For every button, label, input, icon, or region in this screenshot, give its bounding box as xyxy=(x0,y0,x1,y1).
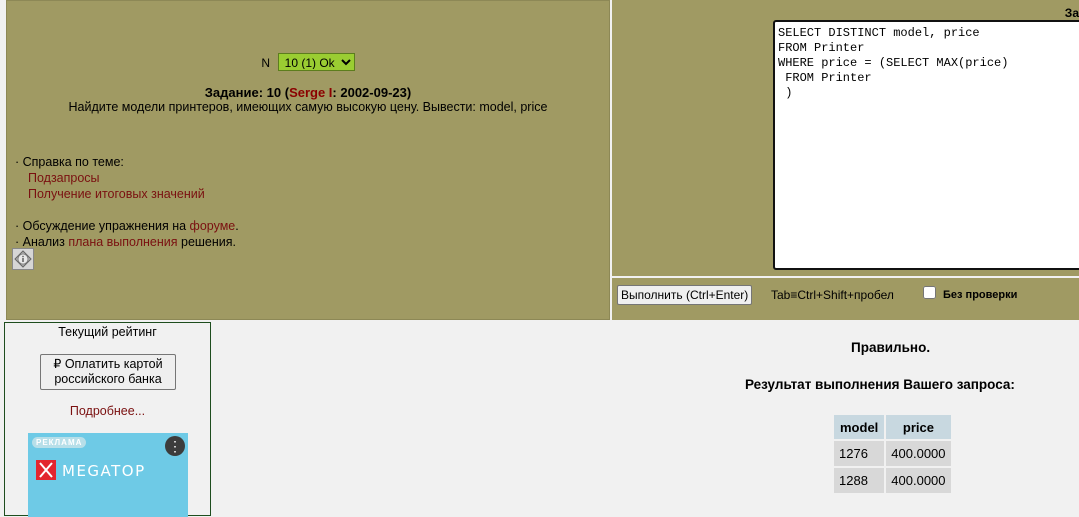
more-vert-icon[interactable]: ⋮ xyxy=(165,436,185,456)
task-select[interactable]: 10 (1) Ok xyxy=(277,53,355,71)
svg-text:MEGATOP: MEGATOP xyxy=(62,462,146,480)
task-selector-row: N 10 (1) Ok xyxy=(7,53,609,71)
run-bar: Выполнить (Ctrl+Enter) Tab≡Ctrl+Shift+пр… xyxy=(612,278,1079,320)
plan-line: · Анализ плана выполнения решения. xyxy=(15,235,237,249)
task-title: Задание: 10 (Serge I: 2002-09-23) xyxy=(204,85,412,100)
task-panel: N 10 (1) Ok Задание: 10 (Serge I: 2002-0… xyxy=(6,0,610,320)
column-header-price: price xyxy=(886,415,951,439)
editor-label: За xyxy=(1064,6,1079,20)
tab-hint: Tab≡Ctrl+Shift+пробел xyxy=(771,288,894,302)
task-number-label: N xyxy=(261,56,271,70)
task-description: Найдите модели принтеров, имеющих самую … xyxy=(68,100,548,114)
help-section: · Справка по теме: Подзапросы Получение … xyxy=(15,154,239,250)
rating-title: Текущий рейтинг xyxy=(58,325,157,339)
ad-badge: РЕКЛАМА xyxy=(32,437,87,448)
result-table: model price 1276 400.0000 1288 400.0000 xyxy=(832,413,953,495)
cell-model: 1276 xyxy=(834,441,885,466)
rating-panel: Текущий рейтинг ₽ Оплатить картой россий… xyxy=(4,322,211,517)
sql-editor[interactable]: SELECT DISTINCT model, price FROM Printe… xyxy=(773,20,1079,270)
table-header-row: model price xyxy=(834,415,951,439)
more-link[interactable]: Подробнее... xyxy=(70,404,145,418)
forum-link[interactable]: форуме xyxy=(190,219,236,233)
cell-price: 400.0000 xyxy=(886,441,951,466)
column-header-model: model xyxy=(834,415,885,439)
result-status: Правильно. xyxy=(851,340,931,355)
no-check-label: Без проверки xyxy=(943,289,1018,301)
editor-panel: За SELECT DISTINCT model, price FROM Pri… xyxy=(612,0,1079,276)
task-author: Serge I xyxy=(289,85,333,100)
help-topic-label: · Справка по теме: xyxy=(15,155,124,169)
table-row: 1288 400.0000 xyxy=(834,468,951,493)
forum-line: · Обсуждение упражнения на форуме. xyxy=(15,219,239,233)
ad-banner[interactable]: РЕКЛАМА ⋮ MEGATOP xyxy=(28,433,188,517)
no-check-checkbox[interactable] xyxy=(923,286,936,299)
cell-model: 1288 xyxy=(834,468,885,493)
megatop-logo: MEGATOP xyxy=(36,460,146,480)
pay-card-button[interactable]: ₽ Оплатить картой российского банка xyxy=(40,354,176,390)
table-row: 1276 400.0000 xyxy=(834,441,951,466)
info-icon[interactable] xyxy=(12,248,34,270)
plan-link[interactable]: плана выполнения xyxy=(68,235,177,249)
help-link-aggregates[interactable]: Получение итоговых значений xyxy=(28,187,205,201)
help-link-subqueries[interactable]: Подзапросы xyxy=(28,171,100,185)
cell-price: 400.0000 xyxy=(886,468,951,493)
run-query-button[interactable]: Выполнить (Ctrl+Enter) xyxy=(617,285,753,305)
result-title: Результат выполнения Вашего запроса: xyxy=(745,377,1015,392)
